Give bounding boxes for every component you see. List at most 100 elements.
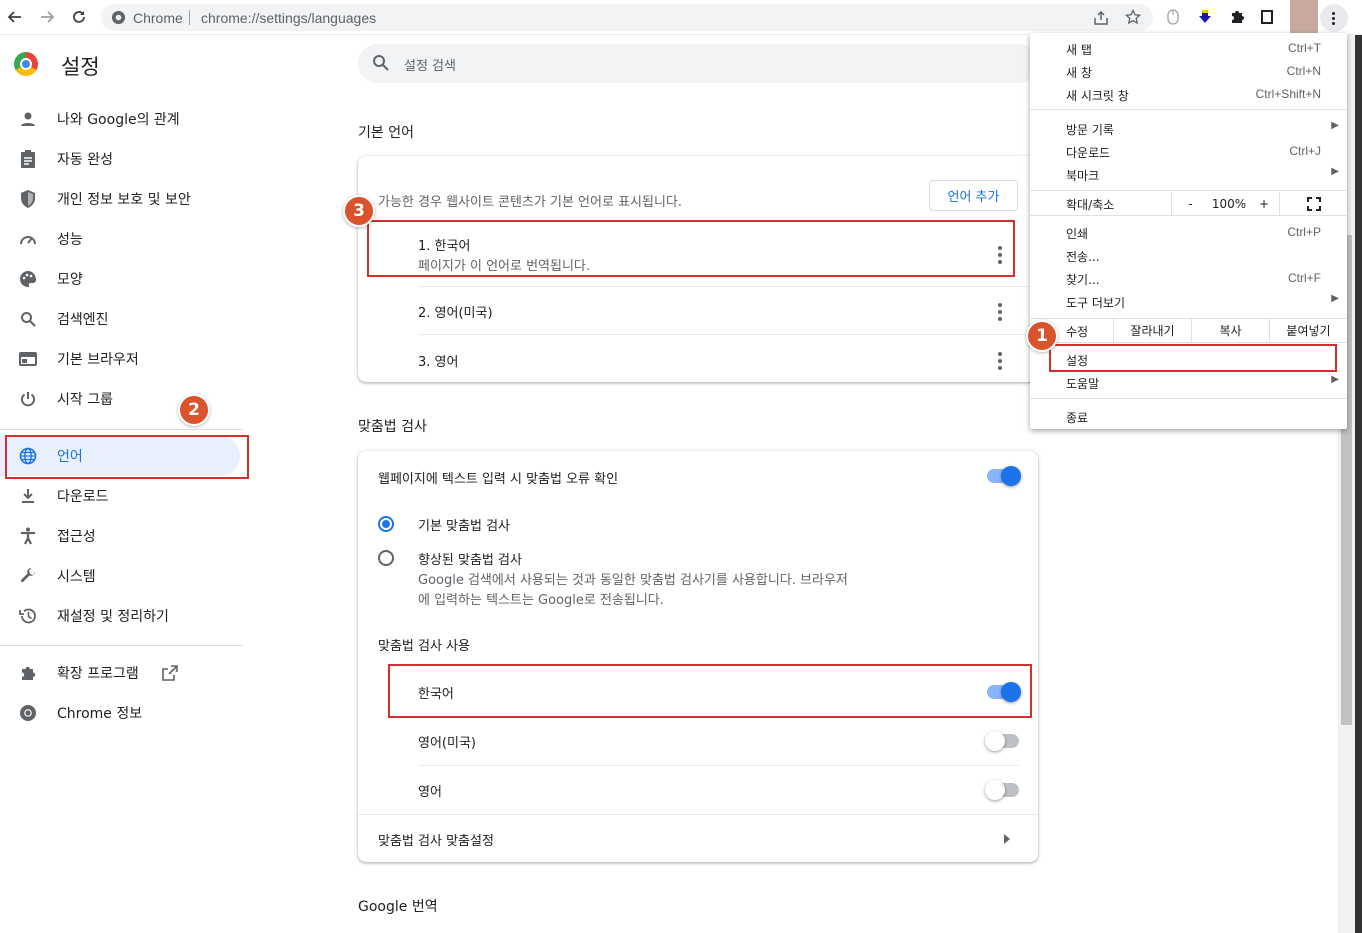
shield-icon (18, 189, 38, 209)
chrome-site-icon (111, 10, 126, 25)
spellcheck-language-toggle[interactable] (985, 731, 1019, 751)
sidebar-item-system[interactable]: 시스템 (0, 556, 240, 596)
share-icon[interactable] (1093, 10, 1109, 26)
sidebar-item-label: 언어 (57, 449, 83, 465)
spellcheck-language-toggle[interactable] (987, 682, 1021, 702)
enhanced-spellcheck-label: 향상된 맞춤법 검사 (418, 553, 522, 568)
customize-spellcheck-label: 맞춤법 검사 맞춤설정 (378, 834, 494, 849)
chrome-menu-button[interactable] (1320, 4, 1348, 32)
palette-icon (18, 269, 38, 289)
chevron-right-icon (1004, 834, 1010, 844)
sidebar-item-you-and-google[interactable]: 나와 Google의 관계 (0, 99, 240, 139)
spellcheck-language-toggle[interactable] (985, 780, 1019, 800)
url-text[interactable]: chrome://settings/languages (201, 10, 376, 26)
menu-item-more-tools[interactable]: 도구 더보기 ▶ (1030, 290, 1347, 313)
menu-divider (1030, 190, 1347, 191)
sidebar-item-appearance[interactable]: 모양 (0, 259, 240, 299)
more-actions-icon[interactable] (998, 352, 1002, 370)
menu-item-find[interactable]: 찾기... Ctrl+F (1030, 267, 1347, 290)
chrome-main-menu: 새 탭 Ctrl+T 새 창 Ctrl+N 새 시크릿 창 Ctrl+Shift+N … (1030, 33, 1347, 429)
translate-section-title: Google 번역 (358, 899, 438, 915)
enhanced-spellcheck-radio[interactable] (378, 550, 394, 566)
more-actions-icon[interactable] (998, 246, 1002, 264)
zoom-out-button[interactable]: - (1171, 192, 1209, 215)
extensions-puzzle-icon[interactable] (1227, 7, 1247, 27)
menu-item-print[interactable]: 인쇄 Ctrl+P (1030, 221, 1347, 244)
globe-icon (18, 446, 38, 466)
menu-item-incognito[interactable]: 새 시크릿 창 Ctrl+Shift+N (1030, 83, 1347, 106)
basic-spellcheck-radio[interactable] (378, 516, 394, 532)
sidebar-item-privacy[interactable]: 개인 정보 보호 및 보안 (0, 179, 240, 219)
menu-item-cast[interactable]: 전송... (1030, 244, 1347, 267)
side-panel-icon[interactable] (1257, 7, 1277, 27)
menu-item-history[interactable]: 방문 기록 ▶ (1030, 117, 1347, 140)
forward-icon[interactable] (37, 7, 57, 27)
language-sublabel: 페이지가 이 언어로 번역됩니다. (418, 259, 591, 274)
omnibox-separator (189, 10, 190, 25)
menu-item-new-window[interactable]: 새 창 Ctrl+N (1030, 60, 1347, 83)
row-divider (418, 765, 1018, 766)
sidebar-item-label: 개인 정보 보호 및 보안 (57, 192, 191, 208)
copy-button[interactable]: 복사 (1191, 319, 1269, 342)
sidebar-item-label: 시작 그룹 (57, 392, 113, 408)
sidebar-item-label: 성능 (57, 232, 83, 248)
sidebar-item-search-engine[interactable]: 검색엔진 (0, 299, 240, 339)
fullscreen-button[interactable] (1279, 192, 1347, 215)
search-icon (373, 55, 389, 71)
address-bar[interactable]: Chrome chrome://settings/languages (101, 4, 1153, 31)
enhanced-spellcheck-desc: 에 입력하는 텍스트는 Google로 전송됩니다. (418, 593, 664, 608)
cut-button[interactable]: 잘라내기 (1113, 319, 1191, 342)
sidebar-item-label: 자동 완성 (57, 152, 113, 168)
clipboard-icon (18, 149, 38, 169)
accessibility-icon (18, 526, 38, 546)
spellcheck-toggle[interactable] (987, 466, 1021, 486)
menu-item-edit: 수정 잘라내기 복사 붙여넣기 (1030, 319, 1347, 342)
window-edge (1355, 35, 1362, 933)
spellcheck-use-title: 맞춤법 검사 사용 (378, 639, 470, 654)
sidebar-item-default-browser[interactable]: 기본 브라우저 (0, 339, 240, 379)
sidebar-item-downloads[interactable]: 다운로드 (0, 476, 240, 516)
submenu-arrow-icon: ▶ (1331, 166, 1339, 177)
profile-avatar[interactable] (1290, 0, 1318, 34)
reload-icon[interactable] (69, 7, 89, 27)
browser-icon (18, 349, 38, 369)
search-icon (18, 309, 38, 329)
sidebar-item-label: 시스템 (57, 569, 96, 585)
basic-spellcheck-label: 기본 맞춤법 검사 (418, 519, 510, 534)
download-extension-icon[interactable] (1195, 7, 1215, 27)
puzzle-icon (18, 663, 38, 683)
spellcheck-card: 웹페이지에 텍스트 입력 시 맞춤법 오류 확인 기본 맞춤법 검사 향상된 맞… (358, 451, 1038, 862)
language-label: 1. 한국어 (418, 239, 471, 254)
mouse-extension-icon[interactable] (1163, 7, 1183, 27)
menu-item-exit[interactable]: 종료 (1030, 405, 1347, 428)
sidebar-item-label: 나와 Google의 관계 (57, 112, 180, 128)
paste-button[interactable]: 붙여넣기 (1269, 319, 1347, 342)
menu-item-downloads[interactable]: 다운로드 Ctrl+J (1030, 140, 1347, 163)
more-actions-icon[interactable] (998, 303, 1002, 321)
add-language-button[interactable]: 언어 추가 (929, 180, 1018, 211)
sidebar-item-performance[interactable]: 성능 (0, 219, 240, 259)
sidebar-item-about-chrome[interactable]: Chrome 정보 (0, 693, 240, 733)
menu-item-settings[interactable]: 설정 (1030, 348, 1347, 371)
sidebar-item-accessibility[interactable]: 접근성 (0, 516, 240, 556)
language-label: 3. 영어 (418, 355, 459, 370)
chrome-logo-icon (14, 52, 38, 76)
bookmark-star-icon[interactable] (1125, 9, 1141, 25)
menu-item-new-tab[interactable]: 새 탭 Ctrl+T (1030, 37, 1347, 60)
menu-divider (1030, 398, 1347, 399)
submenu-arrow-icon: ▶ (1331, 374, 1339, 385)
back-icon[interactable] (5, 7, 25, 27)
sidebar-item-autofill[interactable]: 자동 완성 (0, 139, 240, 179)
menu-item-bookmarks[interactable]: 북마크 ▶ (1030, 163, 1347, 186)
sidebar-item-languages[interactable]: 언어 (0, 436, 240, 476)
submenu-arrow-icon: ▶ (1331, 120, 1339, 131)
menu-item-help[interactable]: 도움말 ▶ (1030, 371, 1347, 394)
settings-search[interactable]: 설정 검색 (358, 44, 1038, 83)
spellcheck-language-label: 영어(미국) (418, 736, 476, 751)
sidebar-item-extensions[interactable]: 확장 프로그램 (0, 653, 240, 693)
fullscreen-icon (1306, 196, 1321, 211)
zoom-in-button[interactable]: + (1249, 192, 1279, 215)
sidebar-item-reset[interactable]: 재설정 및 정리하기 (0, 596, 240, 636)
spellcheck-section-title: 맞춤법 검사 (358, 419, 427, 435)
search-placeholder: 설정 검색 (404, 59, 456, 74)
